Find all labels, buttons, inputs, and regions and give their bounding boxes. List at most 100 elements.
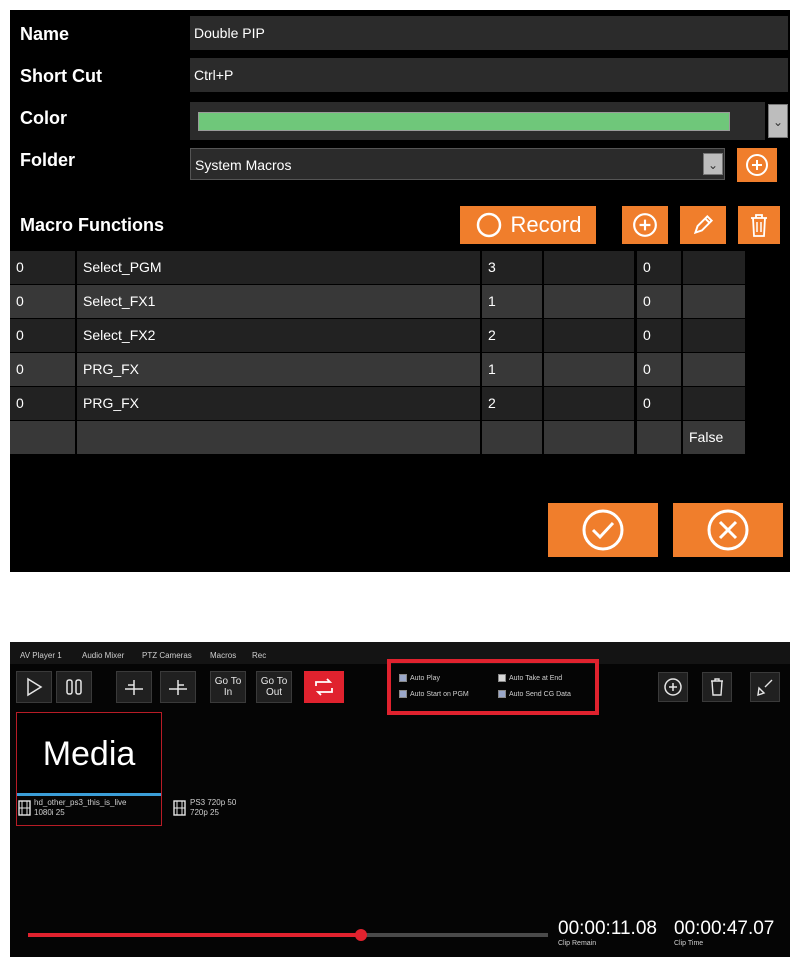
name-label: Name [20, 24, 70, 44]
go-to-out-button[interactable]: Go To Out [256, 671, 292, 703]
thumbnail-underline [17, 793, 161, 796]
table-cell [544, 387, 634, 420]
av-player-panel: AV Player 1 Audio Mixer PTZ Cameras Macr… [10, 642, 790, 957]
table-cell: Select_FX1 [77, 285, 480, 318]
add-media-button[interactable] [658, 672, 688, 702]
table-cell: 0 [637, 387, 681, 420]
macro-editor-dialog: Name Double PIP Short Cut Ctrl+P Color ⌄… [10, 10, 790, 572]
option-label: Auto Send CG Data [509, 690, 571, 698]
table-cell [77, 421, 480, 454]
table-cell: 0 [637, 285, 681, 318]
table-row[interactable]: 0 PRG_FX 2 0 [10, 387, 745, 420]
record-button[interactable]: Record [460, 206, 596, 244]
table-row[interactable]: 0 Select_FX2 2 0 [10, 319, 745, 352]
table-cell: PRG_FX [77, 387, 480, 420]
color-dropdown-chevron-icon[interactable]: ⌄ [768, 104, 788, 138]
folder-select[interactable]: System Macros [190, 148, 725, 180]
pause-button[interactable] [56, 671, 92, 703]
record-circle-icon [476, 212, 501, 238]
table-cell: 2 [482, 319, 542, 352]
confirm-button[interactable] [548, 503, 658, 557]
progress-handle[interactable] [354, 929, 367, 941]
table-cell [544, 421, 634, 454]
option-auto-start-on-pgm[interactable]: Auto Start on PGM [399, 690, 469, 698]
cancel-button[interactable] [673, 503, 783, 557]
table-row[interactable]: 0 PRG_FX 1 0 [10, 353, 745, 386]
table-cell [544, 285, 634, 318]
tab-av-player-1[interactable]: AV Player 1 [20, 651, 62, 660]
color-swatch [198, 112, 730, 131]
shortcut-input[interactable]: Ctrl+P [190, 58, 788, 92]
edit-function-button[interactable] [680, 206, 726, 244]
folder-label: Folder [20, 150, 76, 170]
checkbox[interactable] [399, 674, 407, 682]
film-icon [173, 800, 186, 816]
tab-rec[interactable]: Rec [252, 651, 266, 660]
clip-name[interactable]: PS3 720p 50 [190, 798, 236, 807]
table-cell [683, 285, 745, 318]
clip-remain-time: 00:00:11.08 [558, 918, 657, 939]
delete-function-button[interactable] [738, 206, 780, 244]
add-folder-button[interactable] [737, 148, 777, 182]
pencil-icon [693, 214, 714, 235]
tab-macros[interactable]: Macros [210, 651, 236, 660]
media-thumbnail: Media [17, 713, 161, 793]
option-label: Auto Take at End [509, 674, 563, 682]
table-cell: 0 [637, 319, 681, 352]
set-out-button[interactable] [160, 671, 196, 703]
table-cell [683, 387, 745, 420]
table-cell: 0 [10, 285, 75, 318]
loop-icon [315, 678, 333, 696]
go-to-in-button[interactable]: Go To In [210, 671, 246, 703]
color-picker[interactable] [190, 102, 765, 140]
table-cell [637, 421, 681, 454]
table-cell: Select_FX2 [77, 319, 480, 352]
table-cell: 0 [637, 251, 681, 284]
clip-remain-label: Clip Remain [558, 940, 597, 947]
macro-functions-label: Macro Functions [20, 215, 165, 235]
table-cell: 3 [482, 251, 542, 284]
table-cell: PRG_FX [77, 353, 480, 386]
close-circle-icon [707, 509, 749, 551]
shortcut-label: Short Cut [20, 66, 102, 86]
trash-icon [711, 678, 723, 696]
table-row[interactable]: 0 Select_FX1 1 0 [10, 285, 745, 318]
clip-format: 720p 25 [190, 808, 219, 817]
loop-button[interactable] [304, 671, 344, 703]
play-button[interactable] [16, 671, 52, 703]
checkbox[interactable] [498, 674, 506, 682]
progress-track[interactable] [28, 929, 548, 941]
set-in-button[interactable] [116, 671, 152, 703]
table-cell [683, 319, 745, 352]
tab-audio-mixer[interactable]: Audio Mixer [82, 651, 124, 660]
add-function-button[interactable] [622, 206, 668, 244]
delete-media-button[interactable] [702, 672, 732, 702]
table-row[interactable]: 0 Select_PGM 3 0 [10, 251, 745, 284]
check-circle-icon [582, 509, 624, 551]
plus-circle-icon [664, 678, 682, 696]
film-icon [18, 800, 31, 816]
table-cell: False [683, 421, 745, 454]
table-cell: 2 [482, 387, 542, 420]
option-auto-play[interactable]: Auto Play [399, 674, 440, 682]
option-auto-take-at-end[interactable]: Auto Take at End [498, 674, 562, 682]
table-cell: 1 [482, 353, 542, 386]
checkbox[interactable] [498, 690, 506, 698]
option-label: Auto Start on PGM [410, 690, 469, 698]
name-input[interactable]: Double PIP [190, 16, 788, 50]
auto-options-highlight [387, 659, 599, 715]
play-icon [27, 677, 43, 697]
folder-dropdown-chevron-icon[interactable]: ⌄ [703, 153, 723, 175]
tab-ptz-cameras[interactable]: PTZ Cameras [142, 651, 192, 660]
media-thumbnail-label: Media [42, 735, 136, 773]
option-auto-send-cg-data[interactable]: Auto Send CG Data [498, 690, 571, 698]
clear-button[interactable] [750, 672, 780, 702]
progress-fill [28, 933, 361, 937]
page: Name Double PIP Short Cut Ctrl+P Color ⌄… [0, 0, 790, 957]
table-cell [10, 421, 75, 454]
checkbox[interactable] [399, 690, 407, 698]
pause-icon [66, 679, 82, 695]
table-cell [544, 251, 634, 284]
color-label: Color [20, 108, 67, 128]
table-row[interactable]: False [10, 421, 745, 454]
